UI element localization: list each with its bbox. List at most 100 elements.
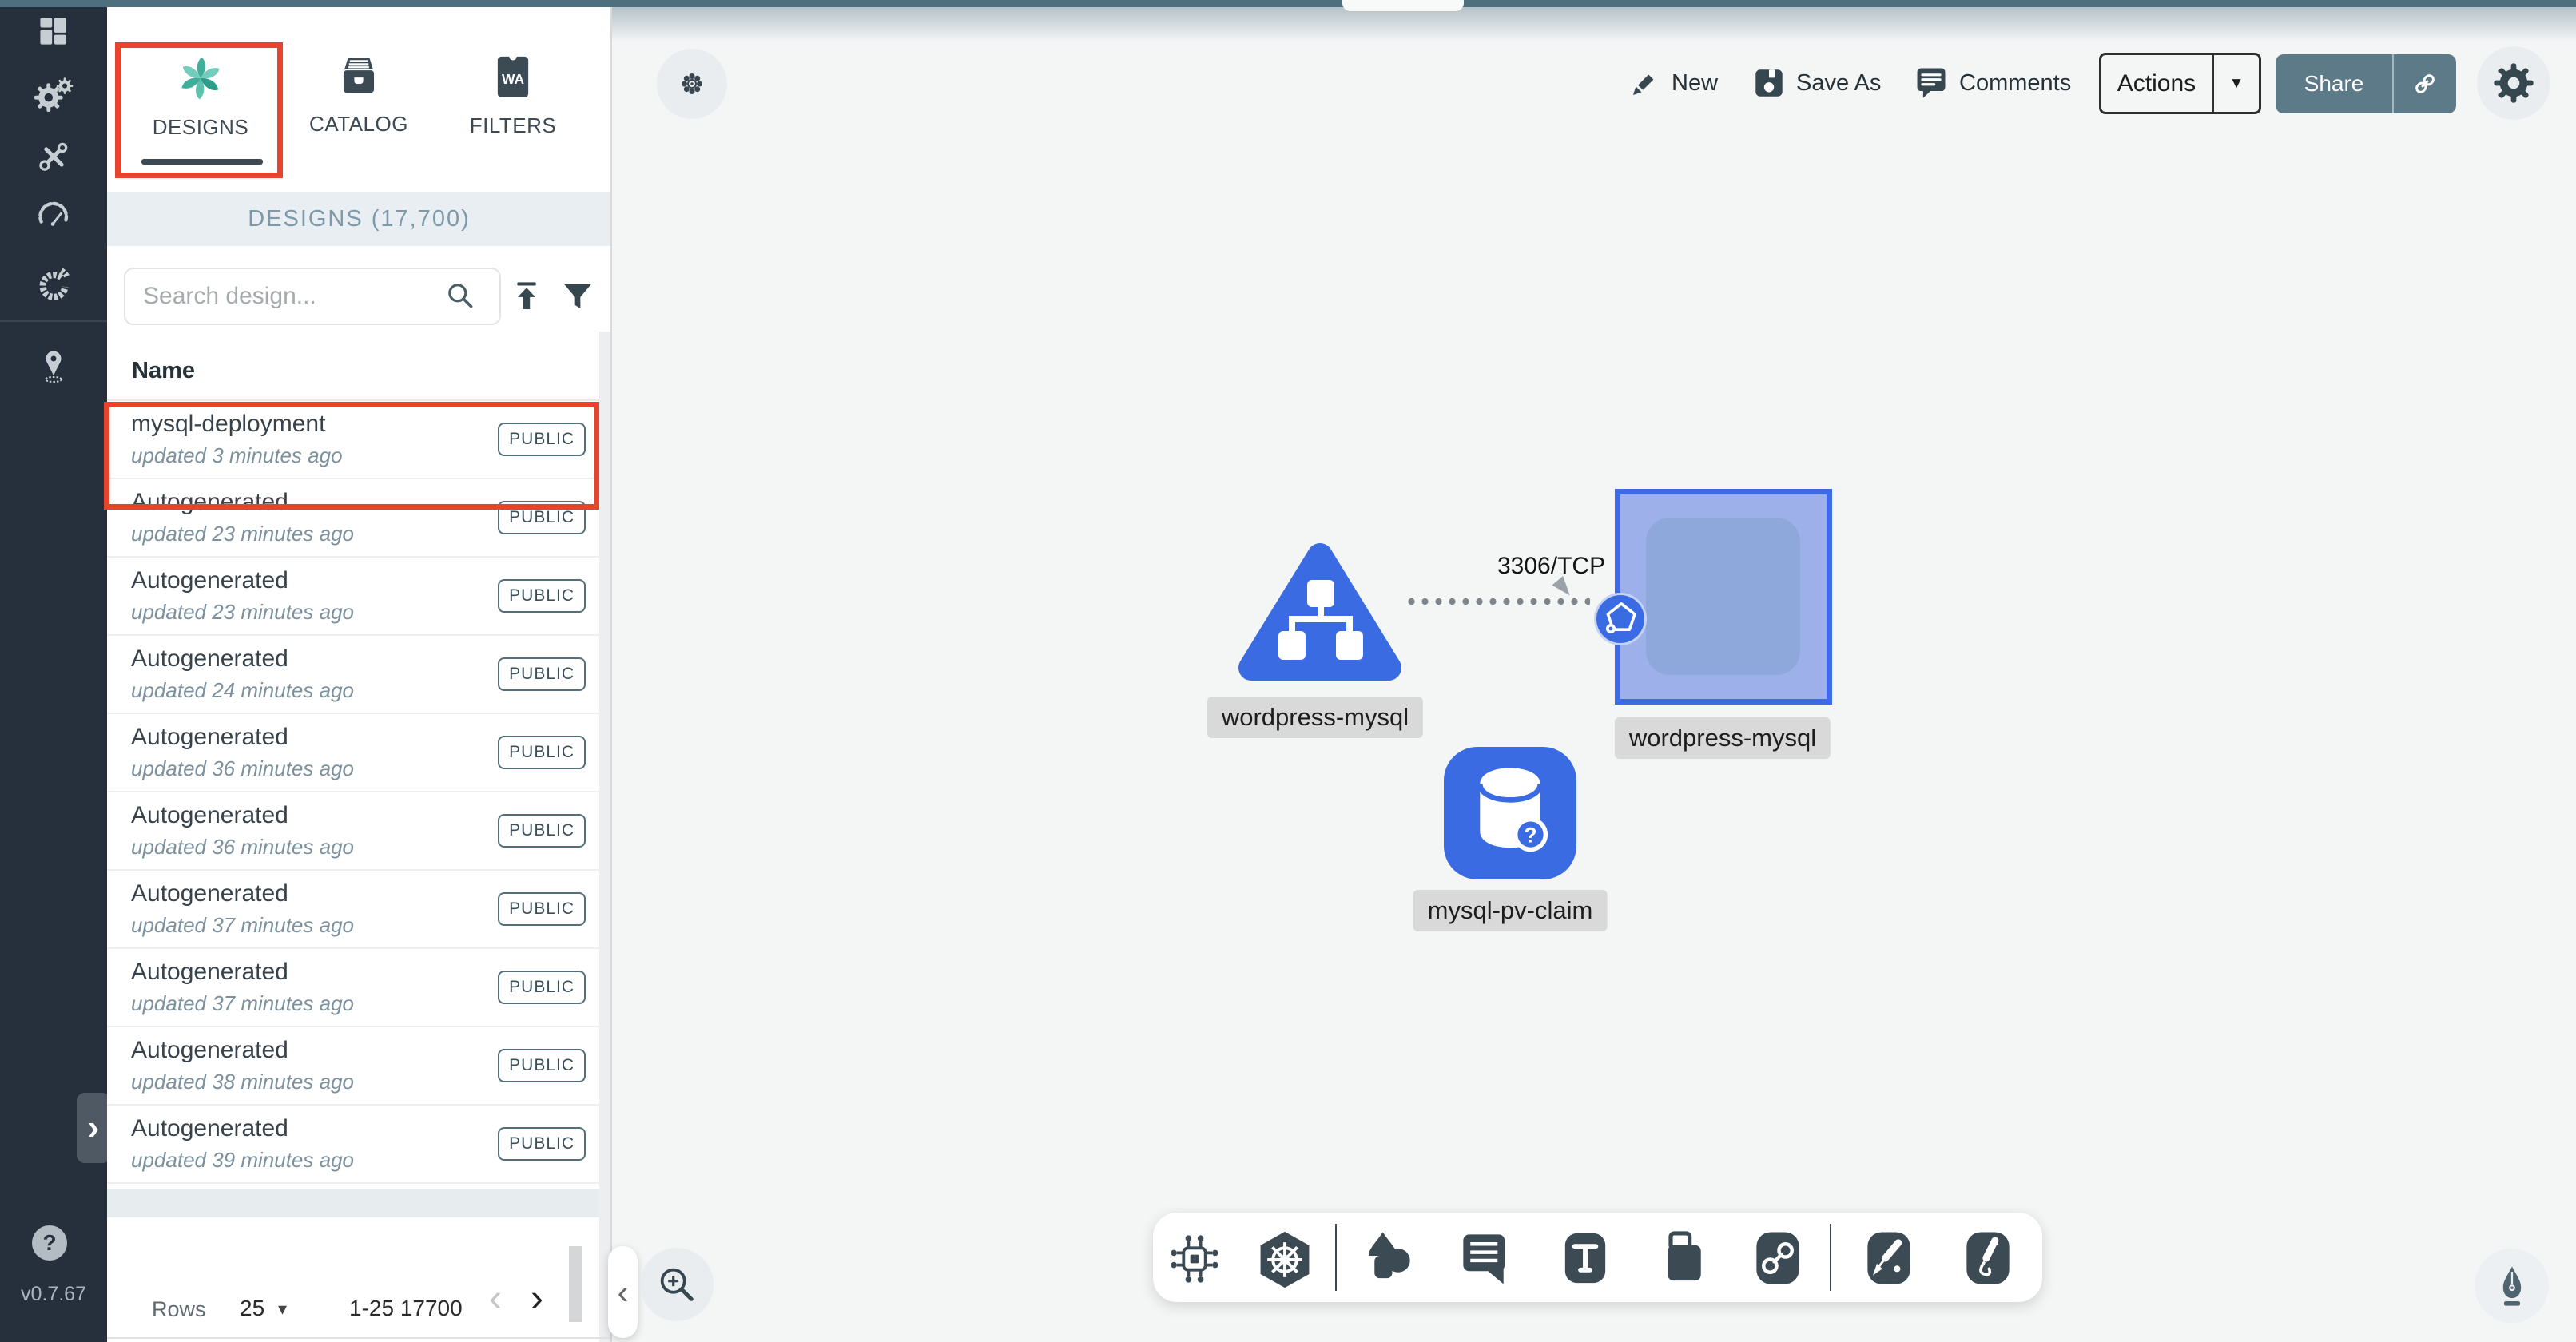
help-icon: ? <box>42 1230 56 1256</box>
chevron-right-icon: › <box>88 1108 100 1148</box>
edge-draw-tool-icon[interactable] <box>1859 1229 1918 1288</box>
design-name: Autogenerated <box>131 567 498 594</box>
design-list-item[interactable]: Autogenerated updated 36 minutes ago PUB… <box>107 792 600 871</box>
sidebar-divider <box>0 320 107 322</box>
tab-catalog[interactable]: CATALOG <box>282 35 435 169</box>
designs-count-header: DESIGNS (17,700) <box>107 192 611 246</box>
wasm-filters-icon: WA <box>490 54 536 101</box>
rectangle-tool-icon[interactable] <box>1655 1229 1714 1288</box>
design-name: Autogenerated <box>131 880 498 907</box>
design-updated: updated 36 minutes ago <box>131 835 498 860</box>
sidebar-item-extensions[interactable] <box>0 259 107 312</box>
design-list-item[interactable]: Autogenerated updated 39 minutes ago PUB… <box>107 1106 600 1184</box>
component-chip-tool-icon[interactable] <box>1164 1229 1225 1289</box>
list-scrollbar-track[interactable] <box>599 332 610 1342</box>
annotation-box-designs-tab <box>115 42 283 178</box>
sidebar-item-configuration[interactable] <box>0 130 107 183</box>
sidebar-expand-handle[interactable]: › <box>77 1093 110 1163</box>
sidebar-item-performance[interactable] <box>0 188 107 240</box>
catalog-icon <box>336 54 381 99</box>
kubernetes-tool-icon[interactable] <box>1254 1229 1316 1291</box>
save-as-icon[interactable] <box>1751 66 1787 101</box>
help-button[interactable]: ? <box>32 1225 67 1261</box>
list-scrollbar-thumb[interactable] <box>569 1246 582 1322</box>
pagination-prev-icon[interactable]: ‹ <box>489 1276 502 1320</box>
design-updated: updated 38 minutes ago <box>131 1070 498 1094</box>
design-updated: updated 39 minutes ago <box>131 1148 498 1173</box>
text-tool-icon[interactable] <box>1556 1229 1615 1288</box>
visibility-badge: PUBLIC <box>498 971 586 1004</box>
sidebar-item-dashboard[interactable] <box>0 6 107 58</box>
database-cylinder-icon: ? <box>1465 764 1555 862</box>
actions-caret-icon[interactable]: ▼ <box>2214 75 2259 93</box>
design-item-text: Autogenerated updated 37 minutes ago <box>131 880 498 938</box>
deployment-node[interactable] <box>1238 535 1402 687</box>
sidebar-item-kanvas[interactable] <box>0 340 107 393</box>
deployment-node-label[interactable]: wordpress-mysql <box>1207 697 1423 738</box>
service-node-selected[interactable] <box>1615 489 1832 705</box>
edge-deployment-service[interactable] <box>1405 598 1590 605</box>
actions-label: Actions <box>2101 70 2212 97</box>
tab-filters[interactable]: WA FILTERS <box>436 35 590 169</box>
pvc-question-text: ? <box>1524 824 1536 848</box>
pvc-node[interactable]: ? <box>1444 747 1576 879</box>
edge-port-label: 3306/TCP <box>1497 553 1605 580</box>
sidebar-item-lifecycle[interactable] <box>0 68 107 121</box>
visibility-badge: PUBLIC <box>498 1127 586 1161</box>
service-node-label[interactable]: wordpress-mysql <box>1615 717 1831 759</box>
top-drawer-handle[interactable] <box>1342 0 1464 11</box>
service-shape-badge[interactable] <box>1594 593 1647 645</box>
design-list-item[interactable]: Autogenerated updated 36 minutes ago PUB… <box>107 714 600 792</box>
copy-link-icon[interactable] <box>2408 67 2442 101</box>
speedometer-icon <box>34 195 73 233</box>
design-list-item[interactable]: Autogenerated updated 23 minutes ago PUB… <box>107 558 600 636</box>
nav-sidebar: › ? v0.7.67 <box>0 0 107 1342</box>
design-item-text: Autogenerated updated 39 minutes ago <box>131 1115 498 1173</box>
column-header-name: Name <box>132 358 195 384</box>
mesh-settings-button[interactable] <box>657 49 727 119</box>
design-canvas[interactable] <box>611 0 2576 1342</box>
design-item-text: Autogenerated updated 24 minutes ago <box>131 645 498 703</box>
gear-icon <box>2491 61 2536 105</box>
design-list-item[interactable]: Autogenerated updated 38 minutes ago PUB… <box>107 1027 600 1106</box>
new-pencil-icon[interactable] <box>1627 66 1662 101</box>
rows-per-page-value[interactable]: 25 <box>240 1296 264 1321</box>
crossed-wrenches-icon <box>35 138 72 175</box>
design-updated: updated 23 minutes ago <box>131 522 498 546</box>
design-list-item[interactable]: Autogenerated updated 24 minutes ago PUB… <box>107 636 600 714</box>
share-button[interactable]: Share <box>2276 54 2456 113</box>
new-button[interactable]: New <box>1672 70 1718 97</box>
visibility-badge: PUBLIC <box>498 1049 586 1082</box>
settings-button[interactable] <box>2477 46 2550 120</box>
notes-tool-icon[interactable] <box>1455 1229 1514 1288</box>
panel-collapse-handle[interactable]: ‹ <box>608 1246 638 1338</box>
kanvas-app: › ? v0.7.67 DESIGNS <box>0 0 2576 1342</box>
extensions-icon <box>34 266 73 304</box>
design-name: Autogenerated <box>131 645 498 673</box>
design-pen-button[interactable] <box>2475 1249 2549 1323</box>
visibility-badge: PUBLIC <box>498 814 586 848</box>
pvc-node-label[interactable]: mysql-pv-claim <box>1413 890 1608 931</box>
link-tool-icon[interactable] <box>1748 1229 1807 1288</box>
chevron-left-icon: ‹ <box>618 1273 629 1312</box>
actions-button[interactable]: Actions ▼ <box>2099 53 2261 114</box>
shapes-tool-icon[interactable] <box>1362 1229 1421 1288</box>
freehand-draw-tool-icon[interactable] <box>1958 1229 2017 1288</box>
visibility-badge: PUBLIC <box>498 579 586 613</box>
share-label: Share <box>2276 71 2392 97</box>
tab-filters-label: FILTERS <box>470 113 556 138</box>
zoom-in-button[interactable] <box>640 1248 714 1321</box>
comments-button[interactable]: Comments <box>1959 70 2071 97</box>
pagination-next-icon[interactable]: › <box>531 1276 543 1320</box>
search-icon <box>444 280 476 312</box>
design-list-item[interactable]: Autogenerated updated 37 minutes ago PUB… <box>107 949 600 1027</box>
design-list-item[interactable]: Autogenerated updated 37 minutes ago PUB… <box>107 871 600 949</box>
list-end-band <box>107 1189 600 1217</box>
comments-icon[interactable] <box>1913 64 1950 101</box>
import-upload-icon[interactable] <box>510 280 543 313</box>
rows-per-page-caret-icon[interactable]: ▾ <box>278 1299 287 1320</box>
save-as-button[interactable]: Save As <box>1796 70 1881 97</box>
design-updated: updated 37 minutes ago <box>131 913 498 938</box>
filter-funnel-icon[interactable] <box>561 280 594 313</box>
pen-nib-icon <box>2490 1264 2534 1308</box>
